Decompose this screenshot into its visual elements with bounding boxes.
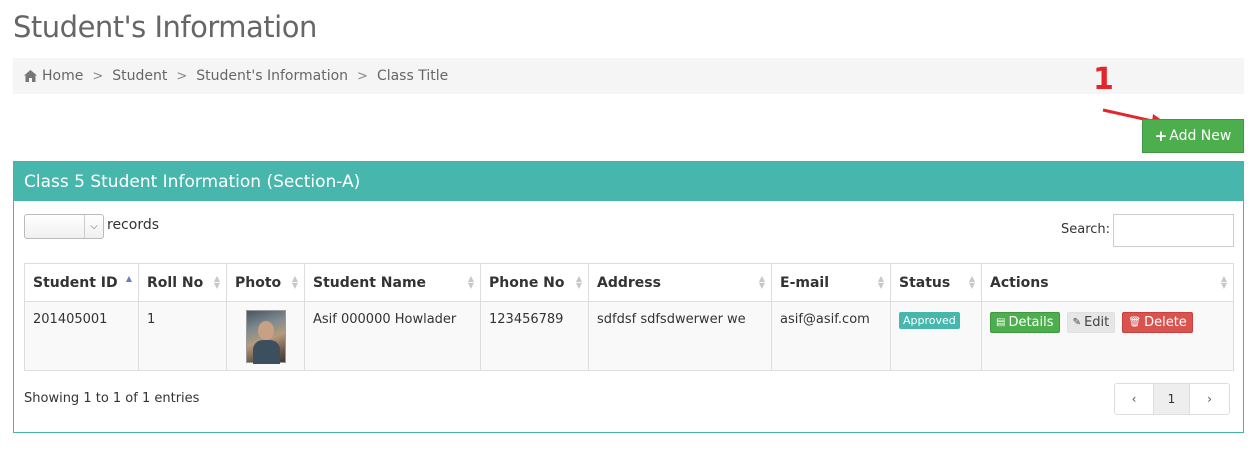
trash-icon: 🗑 xyxy=(1128,317,1142,328)
column-header-roll-no[interactable]: Roll No ▲ ▼ xyxy=(138,263,227,302)
status-badge: Approved xyxy=(899,312,960,329)
column-label: E-mail xyxy=(780,274,830,291)
sort-icon: ▲ ▼ xyxy=(575,274,582,290)
sort-icon: ▲ ▼ xyxy=(467,274,474,290)
cell-student-name: Asif 000000 Howlader xyxy=(304,301,481,371)
add-new-button[interactable]: + Add New xyxy=(1142,119,1244,153)
document-icon: ▤ xyxy=(996,317,1006,328)
sort-icon: ▲ ▼ xyxy=(758,274,765,290)
pagination-page-button[interactable]: 1 xyxy=(1154,384,1190,414)
breadcrumb-separator-icon: > xyxy=(176,68,188,84)
column-label: Roll No xyxy=(147,274,204,291)
sort-icon: ▲ ▼ xyxy=(291,274,298,290)
cell-address: sdfdsf sdfsdwerwer we xyxy=(588,301,772,371)
sort-icon: ▲ ▼ xyxy=(1220,274,1227,290)
details-label: Details xyxy=(1008,315,1054,330)
column-label: Status xyxy=(899,274,951,291)
column-label: Address xyxy=(597,274,661,291)
edit-button[interactable]: ✎ Edit xyxy=(1066,312,1116,333)
sort-icon: ▲ ▼ xyxy=(968,274,975,290)
search-input[interactable] xyxy=(1113,214,1234,247)
column-label: Student ID xyxy=(33,274,118,291)
records-label: records xyxy=(107,217,160,233)
delete-button[interactable]: 🗑 Delete xyxy=(1122,312,1193,333)
column-header-student-id[interactable]: Student ID ▲ xyxy=(24,263,139,302)
chevron-down-icon: ⌵ xyxy=(84,215,103,238)
sort-icon: ▲ ▼ xyxy=(213,274,220,290)
column-header-email[interactable]: E-mail ▲ ▼ xyxy=(771,263,891,302)
cell-phone-no: 123456789 xyxy=(480,301,589,371)
breadcrumb-home[interactable]: Home xyxy=(42,68,83,84)
pagination: ‹ 1 › xyxy=(1114,383,1230,415)
breadcrumb: Home > Student > Student's Information >… xyxy=(13,58,1244,94)
details-button[interactable]: ▤ Details xyxy=(990,312,1060,333)
column-header-phone-no[interactable]: Phone No ▲ ▼ xyxy=(480,263,589,302)
table-row: 201405001 1 Asif 000000 Howlader 1234567… xyxy=(24,301,1234,371)
column-header-actions[interactable]: Actions ▲ ▼ xyxy=(981,263,1234,302)
pagination-next-button[interactable]: › xyxy=(1190,384,1229,414)
panel-title: Class 5 Student Information (Section-A) xyxy=(14,162,1243,201)
breadcrumb-separator-icon: > xyxy=(92,68,104,84)
cell-student-id: 201405001 xyxy=(24,301,139,371)
cell-actions: ▤ Details ✎ Edit 🗑 Delete xyxy=(981,301,1234,371)
cell-status: Approved xyxy=(890,301,982,371)
students-table: Student ID ▲ Roll No ▲ ▼ Photo ▲ ▼ Student… xyxy=(24,263,1234,371)
sort-asc-icon: ▲ xyxy=(125,274,132,283)
records-per-page-select[interactable]: ⌵ xyxy=(24,214,104,239)
page-title: Student's Information xyxy=(13,10,317,44)
annotation-number: 1 xyxy=(1093,62,1114,97)
plus-icon: + xyxy=(1154,127,1168,145)
sort-icon: ▲ ▼ xyxy=(877,274,884,290)
breadcrumb-student[interactable]: Student xyxy=(112,68,167,84)
delete-label: Delete xyxy=(1144,315,1187,330)
column-header-address[interactable]: Address ▲ ▼ xyxy=(588,263,772,302)
column-label: Student Name xyxy=(313,274,427,291)
column-label: Photo xyxy=(235,274,282,291)
breadcrumb-separator-icon: > xyxy=(357,68,368,84)
edit-icon: ✎ xyxy=(1072,317,1082,328)
cell-email: asif@asif.com xyxy=(771,301,891,371)
column-label: Phone No xyxy=(489,274,565,291)
breadcrumb-students-information[interactable]: Student's Information xyxy=(196,68,348,84)
column-header-status[interactable]: Status ▲ ▼ xyxy=(890,263,982,302)
home-icon xyxy=(24,70,37,82)
search-label: Search: xyxy=(1061,222,1111,237)
pagination-prev-button[interactable]: ‹ xyxy=(1115,384,1154,414)
edit-label: Edit xyxy=(1084,315,1110,330)
column-header-student-name[interactable]: Student Name ▲ ▼ xyxy=(304,263,481,302)
cell-photo xyxy=(226,301,305,371)
column-header-photo[interactable]: Photo ▲ ▼ xyxy=(226,263,305,302)
add-new-label: Add New xyxy=(1169,128,1232,144)
student-photo xyxy=(245,310,286,364)
breadcrumb-class-title: Class Title xyxy=(376,68,449,84)
column-label: Actions xyxy=(990,274,1049,291)
cell-roll-no: 1 xyxy=(138,301,227,371)
table-info: Showing 1 to 1 of 1 entries xyxy=(24,391,200,406)
student-panel: Class 5 Student Information (Section-A) … xyxy=(13,161,1244,433)
